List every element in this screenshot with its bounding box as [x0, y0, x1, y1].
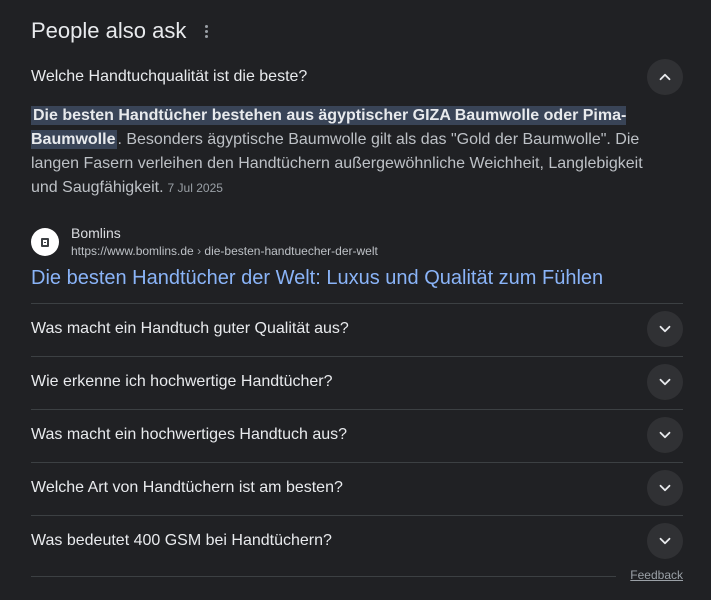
- breadcrumb-separator: ›: [197, 244, 202, 258]
- question-text: Was macht ein Handtuch guter Qualität au…: [31, 320, 349, 337]
- chevron-down-icon: [659, 431, 671, 439]
- divider: [31, 303, 683, 304]
- answer-date: 7 Jul 2025: [167, 181, 223, 195]
- more-options-icon[interactable]: [198, 19, 214, 43]
- chevron-down-icon: [659, 484, 671, 492]
- question-text: Welche Handtuchqualität ist die beste?: [31, 68, 308, 85]
- divider: [31, 576, 616, 577]
- chevron-up-icon: [659, 73, 671, 81]
- divider: [31, 462, 683, 463]
- question-row[interactable]: Wie erkenne ich hochwertige Handtücher?: [31, 364, 683, 400]
- feedback-link[interactable]: Feedback: [630, 568, 683, 582]
- question-text: Was bedeutet 400 GSM bei Handtüchern?: [31, 532, 332, 549]
- result-title-link[interactable]: Die besten Handtücher der Welt: Luxus un…: [31, 264, 603, 292]
- question-text: Wie erkenne ich hochwertige Handtücher?: [31, 373, 333, 390]
- people-also-ask: People also ask Welche Handtuchqualität …: [0, 0, 711, 600]
- expand-button[interactable]: [647, 470, 683, 506]
- divider: [31, 356, 683, 357]
- expand-button[interactable]: [647, 364, 683, 400]
- section-title: People also ask: [31, 18, 187, 43]
- answer-snippet: Die besten Handtücher bestehen aus ägypt…: [31, 104, 671, 200]
- source-name: Bomlins: [71, 225, 121, 241]
- question-row[interactable]: Was macht ein hochwertiges Handtuch aus?: [31, 417, 683, 453]
- question-row[interactable]: Was macht ein Handtuch guter Qualität au…: [31, 311, 683, 347]
- source-attribution[interactable]: Bomlins https://www.bomlins.de › die-bes…: [31, 224, 378, 260]
- divider: [31, 409, 683, 410]
- paa-header: People also ask: [31, 16, 214, 46]
- collapse-button[interactable]: [647, 59, 683, 95]
- question-text: Welche Art von Handtüchern ist am besten…: [31, 479, 343, 496]
- question-text: Was macht ein hochwertiges Handtuch aus?: [31, 426, 348, 443]
- source-url: https://www.bomlins.de › die-besten-hand…: [71, 244, 378, 258]
- site-favicon-icon: [31, 228, 59, 256]
- question-row[interactable]: Welche Art von Handtüchern ist am besten…: [31, 470, 683, 506]
- question-row[interactable]: Was bedeutet 400 GSM bei Handtüchern?: [31, 523, 683, 559]
- chevron-down-icon: [659, 378, 671, 386]
- chevron-down-icon: [659, 537, 671, 545]
- divider: [31, 515, 683, 516]
- expanded-question-row[interactable]: Welche Handtuchqualität ist die beste?: [31, 59, 683, 95]
- expand-button[interactable]: [647, 523, 683, 559]
- expand-button[interactable]: [647, 311, 683, 347]
- answer-text: . Besonders ägyptische Baumwolle gilt al…: [31, 131, 643, 196]
- chevron-down-icon: [659, 325, 671, 333]
- expand-button[interactable]: [647, 417, 683, 453]
